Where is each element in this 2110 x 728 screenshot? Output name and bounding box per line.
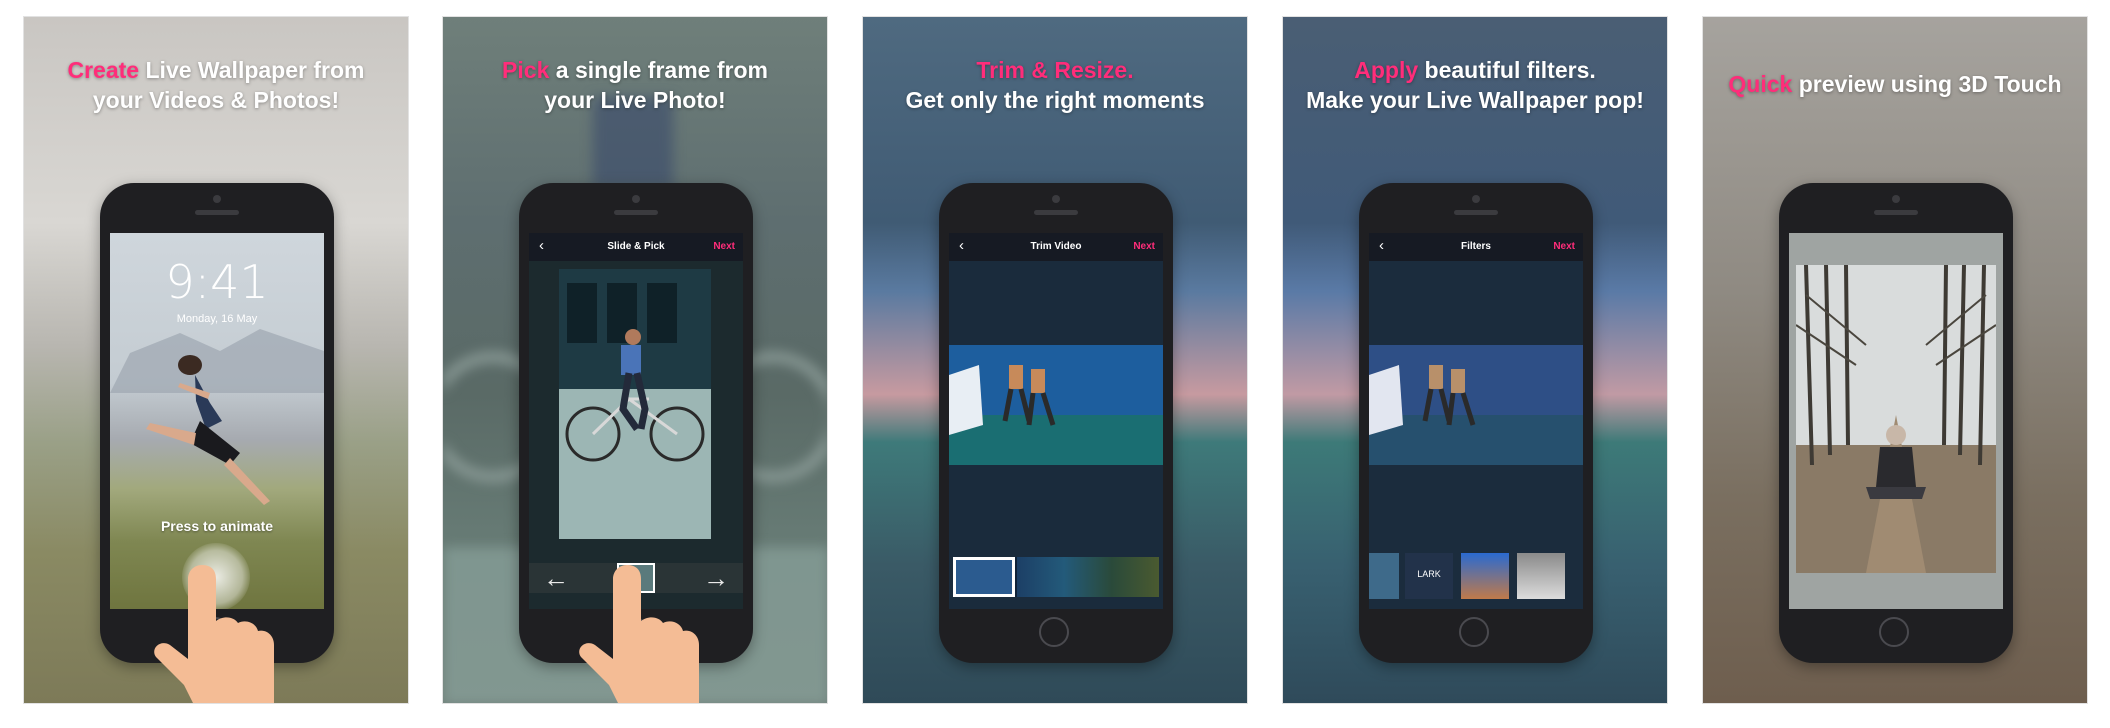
home-button bbox=[1879, 617, 1909, 647]
headline-line2: Make your Live Wallpaper pop! bbox=[1306, 87, 1644, 113]
headline-highlight: Quick bbox=[1728, 71, 1793, 97]
app-screen bbox=[1789, 233, 2003, 609]
pointing-hand-icon bbox=[154, 565, 274, 703]
screenshot-panel-create: Create Live Wallpaper from your Videos &… bbox=[23, 16, 409, 704]
headline-highlight: Trim & Resize. bbox=[976, 57, 1134, 83]
panel-headline: Pick a single frame from your Live Photo… bbox=[443, 55, 827, 115]
nav-bar: ‹ Trim Video Next bbox=[949, 233, 1163, 261]
screenshot-panel-pick: Pick a single frame from your Live Photo… bbox=[442, 16, 828, 704]
headline-line2: your Live Photo! bbox=[544, 87, 726, 113]
nav-title: Trim Video bbox=[1030, 241, 1082, 252]
speaker-grille bbox=[1874, 210, 1918, 215]
headline-text: preview using 3D Touch bbox=[1792, 71, 2062, 97]
nav-title: Slide & Pick bbox=[607, 241, 665, 252]
cyclist-photo bbox=[559, 269, 711, 539]
headline-line2: Get only the right moments bbox=[905, 87, 1205, 113]
app-screen: ‹ Slide & Pick Next ← → bbox=[529, 233, 743, 609]
headline-text: beautiful filters. bbox=[1418, 57, 1596, 83]
lock-screen: 9:41 Monday, 16 May Press to animate bbox=[110, 233, 324, 609]
headline-highlight: Apply bbox=[1354, 57, 1419, 83]
arrow-left-icon[interactable]: ← bbox=[543, 565, 569, 591]
screenshot-panel-filters: Apply beautiful filters. Make your Live … bbox=[1282, 16, 1668, 704]
headline-highlight: Pick bbox=[502, 57, 550, 83]
panel-headline: Trim & Resize. Get only the right moment… bbox=[863, 55, 1247, 115]
filter-strip: LARK bbox=[1369, 553, 1583, 601]
app-screen: ‹ Filters Next LARK bbox=[1369, 233, 1583, 609]
app-screen: ‹ Trim Video Next bbox=[949, 233, 1163, 609]
screenshot-panel-preview: Quick preview using 3D Touch bbox=[1702, 16, 2088, 704]
trim-timeline[interactable] bbox=[953, 557, 1159, 597]
phone-mockup: ‹ Filters Next LARK bbox=[1359, 183, 1593, 663]
speaker-grille bbox=[1454, 210, 1498, 215]
filter-thumb[interactable] bbox=[1461, 553, 1509, 599]
forest-person-photo bbox=[1796, 265, 1996, 573]
filter-thumb[interactable] bbox=[1369, 553, 1399, 599]
headline-text: Live Wallpaper from bbox=[139, 57, 365, 83]
screenshot-panel-trim: Trim & Resize. Get only the right moment… bbox=[862, 16, 1248, 704]
nav-title: Filters bbox=[1460, 241, 1491, 252]
panel-headline: Quick preview using 3D Touch bbox=[1703, 69, 2087, 99]
nav-bar: ‹ Slide & Pick Next bbox=[529, 233, 743, 261]
phone-mockup: ‹ Trim Video Next bbox=[939, 183, 1173, 663]
front-camera bbox=[1892, 195, 1900, 203]
panel-headline: Apply beautiful filters. Make your Live … bbox=[1283, 55, 1667, 115]
headline-highlight: Create bbox=[67, 57, 140, 83]
headline-line2: your Videos & Photos! bbox=[92, 87, 340, 113]
speaker-grille bbox=[614, 210, 658, 215]
front-camera bbox=[213, 195, 221, 203]
home-button bbox=[1459, 617, 1489, 647]
trim-handle-start[interactable] bbox=[953, 557, 1015, 597]
next-button[interactable]: Next bbox=[1133, 241, 1155, 252]
nav-bar: ‹ Filters Next bbox=[1369, 233, 1583, 261]
filtered-video-preview bbox=[1369, 345, 1583, 465]
home-button bbox=[1039, 617, 1069, 647]
front-camera bbox=[1472, 195, 1480, 203]
pointing-hand-icon bbox=[579, 565, 699, 703]
next-button[interactable]: Next bbox=[1553, 241, 1575, 252]
front-camera bbox=[1052, 195, 1060, 203]
front-camera bbox=[632, 195, 640, 203]
press-to-animate-label: Press to animate bbox=[160, 518, 274, 534]
jumping-people-video bbox=[949, 345, 1163, 465]
headline-text: a single frame from bbox=[549, 57, 768, 83]
panel-headline: Create Live Wallpaper from your Videos &… bbox=[24, 55, 408, 115]
filter-thumb[interactable] bbox=[1517, 553, 1565, 599]
filter-label: LARK bbox=[1417, 569, 1441, 579]
phone-mockup bbox=[1779, 183, 2013, 663]
filter-thumb-lark[interactable]: LARK bbox=[1405, 553, 1453, 599]
speaker-grille bbox=[1034, 210, 1078, 215]
next-button[interactable]: Next bbox=[713, 241, 735, 252]
timeline-frames bbox=[1017, 557, 1159, 597]
speaker-grille bbox=[195, 210, 239, 215]
